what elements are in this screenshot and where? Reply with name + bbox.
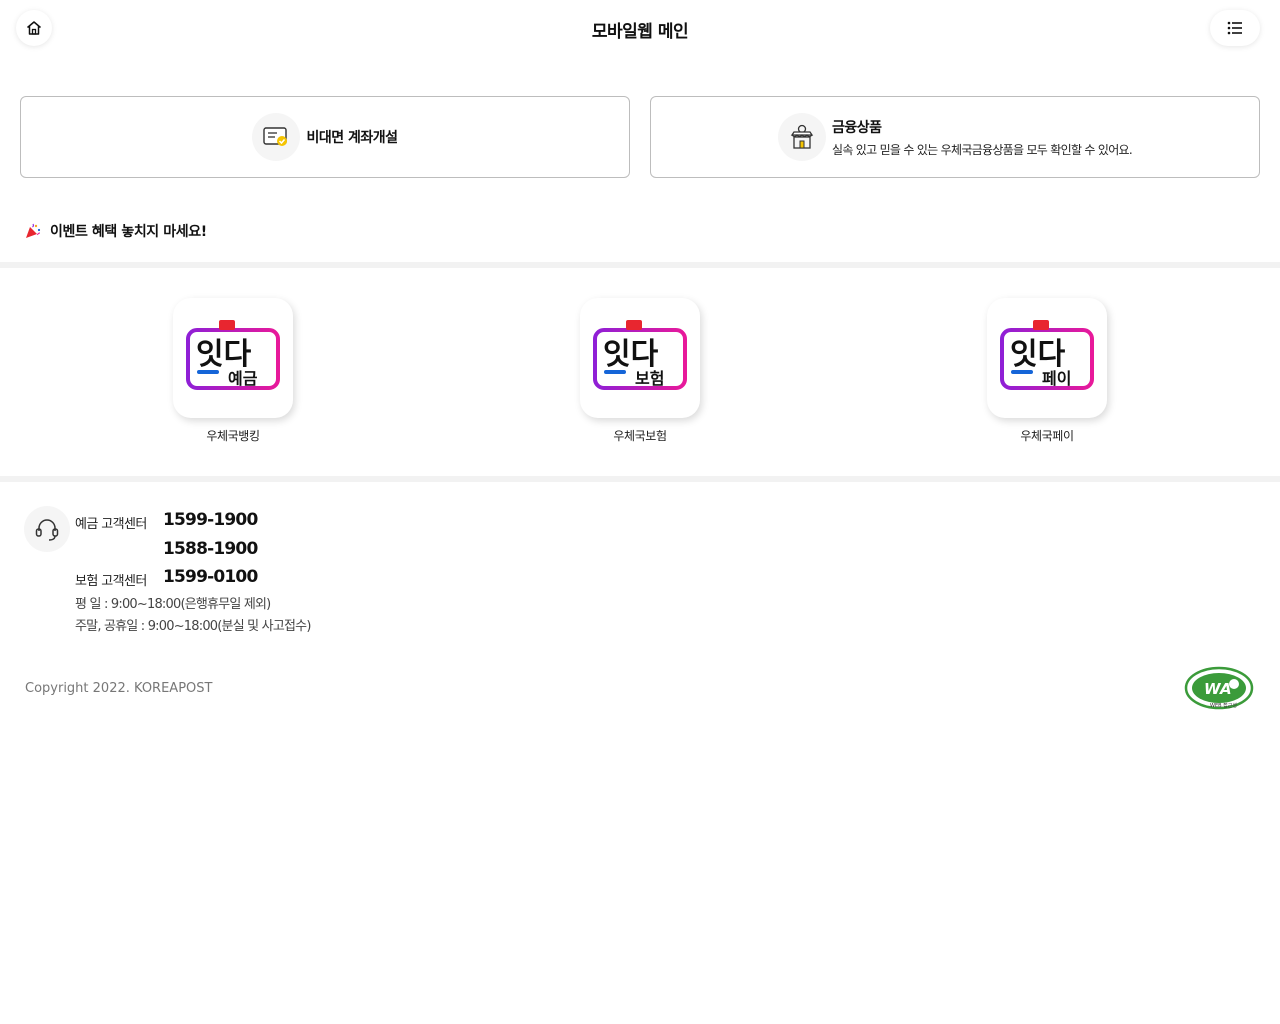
itda-pay-logo: 잇다 페이	[987, 298, 1107, 418]
event-banner-link[interactable]: 이벤트 혜택 놓치지 마세요!	[24, 220, 207, 242]
itda-insurance-logo: 잇다 보험	[580, 298, 700, 418]
insurance-phone[interactable]: 1599-0100	[163, 567, 258, 587]
headset-icon	[24, 506, 70, 552]
logo-sub-text: 페이	[1042, 369, 1071, 388]
card-title: 금융상품	[832, 119, 882, 136]
card-description: 실속 있고 믿을 수 있는 우체국금융상품을 모두 확인할 수 있어요.	[832, 142, 1133, 157]
app-insurance[interactable]: 잇다 보험 우체국보험	[570, 298, 710, 444]
deposit-phone-1[interactable]: 1599-1900	[163, 510, 258, 530]
document-check-icon	[252, 113, 301, 161]
card-text: 금융상품 실속 있고 믿을 수 있는 우체국금융상품을 모두 확인할 수 있어요…	[832, 117, 1133, 158]
store-icon	[778, 113, 826, 161]
deposit-center-label: 예금 고객센터	[75, 517, 147, 532]
section-divider	[0, 262, 1280, 268]
logo-main-text: 잇다	[1010, 337, 1066, 372]
wa-logo-text: WA	[1204, 680, 1232, 698]
party-popper-icon	[26, 223, 41, 238]
section-divider	[0, 476, 1280, 482]
list-menu-icon	[1227, 21, 1242, 35]
web-accessibility-mark: WA WEB 접근성	[1182, 662, 1256, 714]
app-label: 우체국보험	[613, 429, 667, 443]
app-label: 우체국뱅킹	[206, 429, 260, 443]
app-banking[interactable]: 잇다 예금 우체국뱅킹	[163, 298, 303, 444]
app-pay[interactable]: 잇다 페이 우체국페이	[977, 298, 1117, 444]
menu-button[interactable]	[1210, 10, 1260, 46]
account-opening-card[interactable]: 비대면 계좌개설	[20, 96, 630, 178]
logo-sub-text: 보험	[635, 369, 664, 388]
app-label: 우체국페이	[1020, 429, 1074, 443]
insurance-center-label: 보험 고객센터	[75, 574, 147, 589]
itda-deposit-logo: 잇다 예금	[173, 298, 293, 418]
wa-sub-text: WEB 접근성	[1210, 702, 1237, 709]
financial-products-card[interactable]: 금융상품 실속 있고 믿을 수 있는 우체국금융상품을 모두 확인할 수 있어요…	[650, 96, 1260, 178]
header: 모바일웹 메인	[0, 0, 1280, 58]
weekday-hours: 평 일 : 9:00~18:00(은행휴무일 제외)	[75, 597, 271, 612]
logo-main-text: 잇다	[603, 337, 659, 372]
copyright-text: Copyright 2022. KOREAPOST	[25, 681, 213, 696]
logo-sub-text: 예금	[228, 369, 258, 388]
page-title: 모바일웹 메인	[591, 22, 689, 42]
card-title: 비대면 계좌개설	[306, 130, 398, 146]
logo-main-text: 잇다	[196, 337, 252, 372]
weekend-hours: 주말, 공휴일 : 9:00~18:00(분실 및 사고접수)	[75, 619, 311, 634]
event-text: 이벤트 혜택 놓치지 마세요!	[50, 224, 207, 240]
deposit-phone-2[interactable]: 1588-1900	[163, 539, 258, 559]
